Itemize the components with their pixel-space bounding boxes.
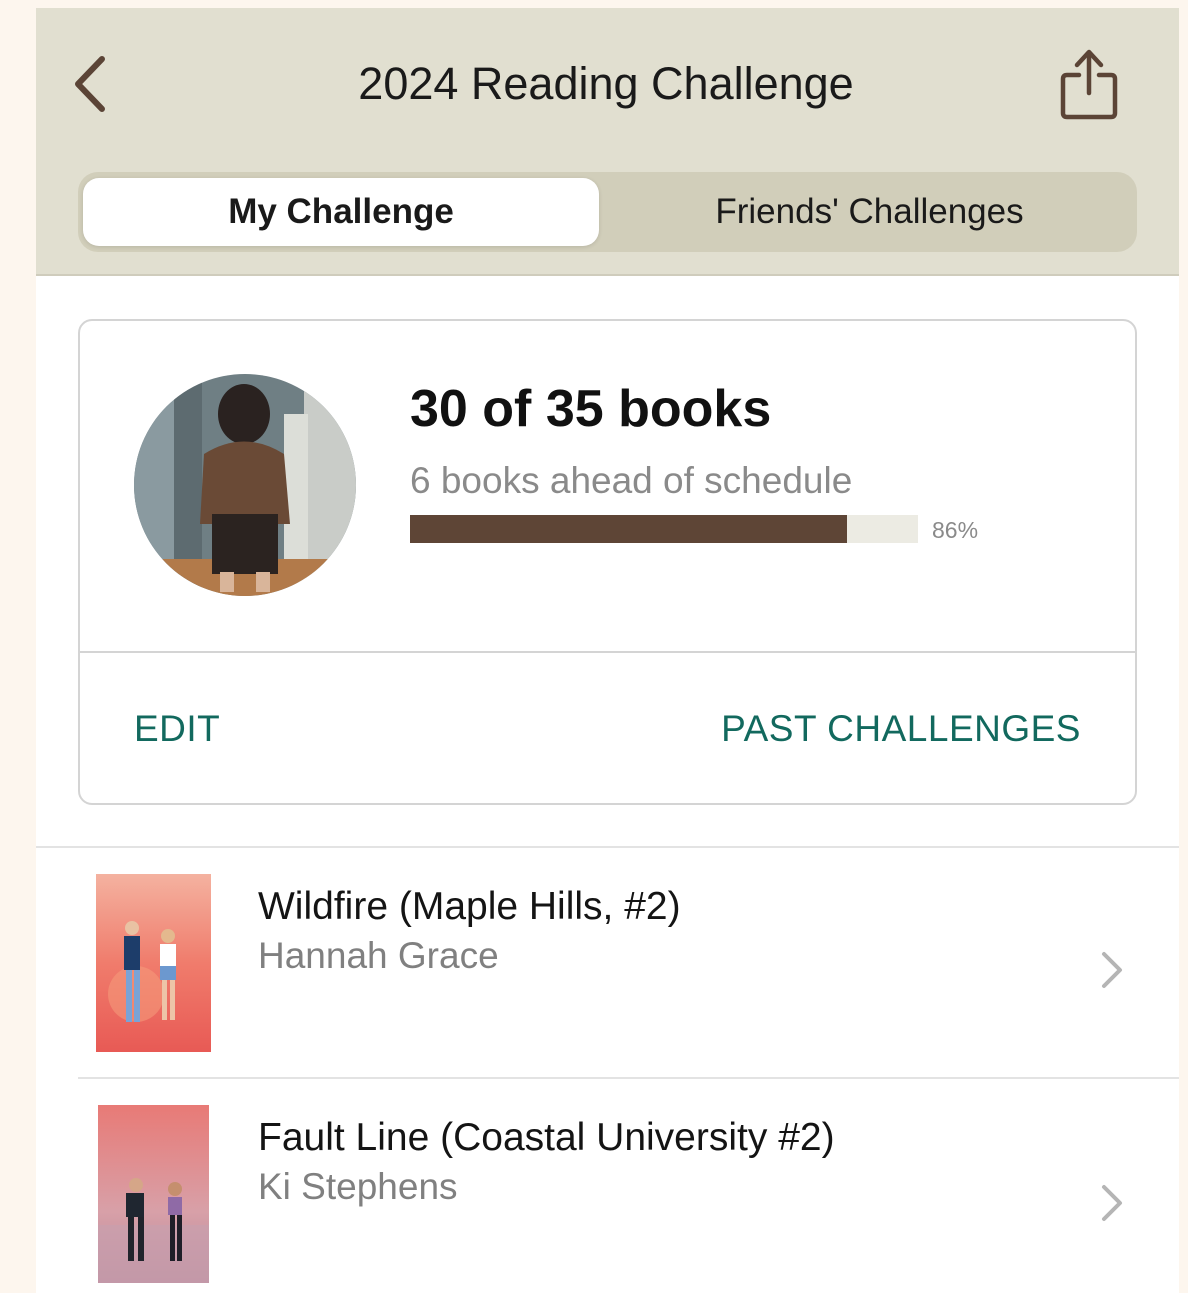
progress-bar	[410, 515, 918, 543]
card-divider	[80, 651, 1135, 653]
tab-my-challenge[interactable]: My Challenge	[83, 178, 599, 246]
book-title: Wildfire (Maple Hills, #2)	[258, 885, 681, 928]
book-author: Ki Stephens	[258, 1166, 458, 1207]
page-title: 2024 Reading Challenge	[358, 58, 854, 109]
book-author: Hannah Grace	[258, 935, 499, 976]
book-row[interactable]: Fault Line (Coastal University #2) Ki St…	[36, 1079, 1179, 1293]
book-cover	[98, 1105, 209, 1283]
edit-button[interactable]: EDIT	[134, 707, 220, 751]
chevron-left-icon	[75, 56, 105, 112]
books-progress-title: 30 of 35 books	[410, 380, 772, 438]
book-row[interactable]: Wildfire (Maple Hills, #2) Hannah Grace	[36, 848, 1179, 1078]
challenge-card: 30 of 35 books 6 books ahead of schedule…	[78, 319, 1137, 805]
app-screen: 2024 Reading Challenge My Challenge Frie…	[36, 8, 1179, 1293]
tab-friends-challenges[interactable]: Friends' Challenges	[608, 178, 1131, 246]
book-title: Fault Line (Coastal University #2)	[258, 1116, 835, 1159]
share-icon	[1060, 49, 1118, 120]
back-button[interactable]	[60, 48, 120, 120]
progress-bar-fill	[410, 515, 847, 543]
past-challenges-button[interactable]: PAST CHALLENGES	[721, 707, 1081, 751]
nav-header: 2024 Reading Challenge My Challenge Frie…	[36, 8, 1179, 276]
challenge-tabs: My Challenge Friends' Challenges	[78, 172, 1137, 252]
avatar	[134, 374, 356, 596]
progress-percent: 86%	[932, 517, 979, 543]
chevron-right-icon	[1102, 952, 1122, 988]
schedule-status: 6 books ahead of schedule	[410, 460, 853, 501]
share-button[interactable]	[1052, 44, 1126, 124]
chevron-right-icon	[1102, 1185, 1122, 1221]
book-cover	[96, 874, 211, 1052]
